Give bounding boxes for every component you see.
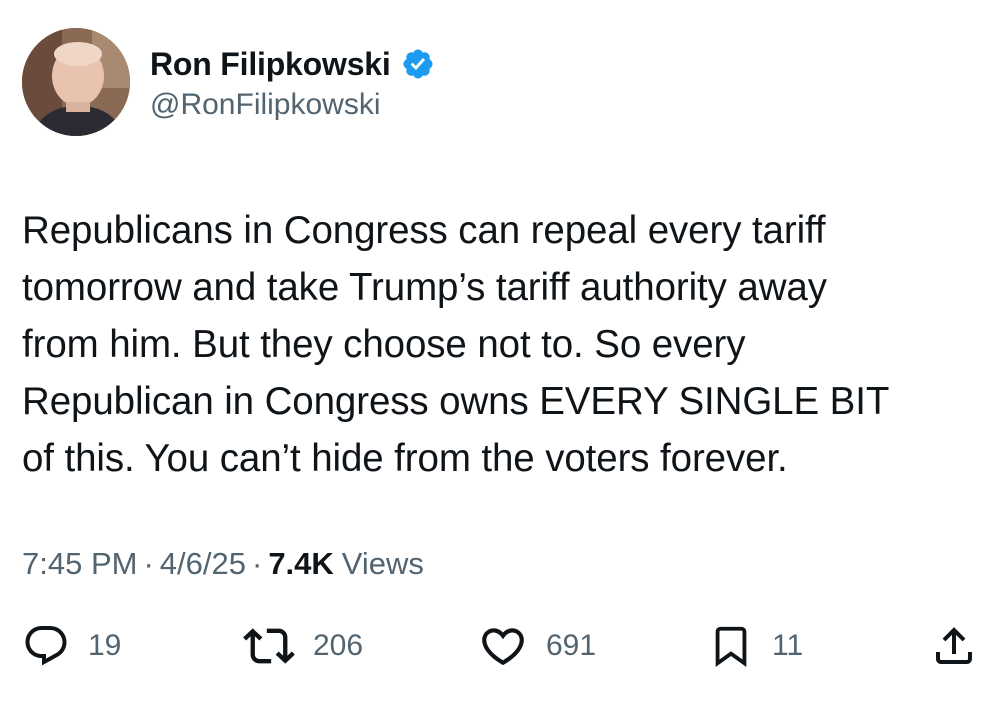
heart-icon <box>482 628 524 666</box>
author-avatar[interactable] <box>22 28 130 136</box>
bookmark-button[interactable]: 11 <box>708 620 803 672</box>
retweet-icon <box>243 628 295 664</box>
tweet-date[interactable]: 4/6/25 <box>160 546 246 582</box>
author-handle[interactable]: @RonFilipkowski <box>150 88 381 122</box>
share-icon <box>936 627 972 664</box>
tweet-meta: 7:45 PM · 4/6/25 · 7.4K Views <box>22 546 424 582</box>
meta-separator: · <box>251 546 263 581</box>
verified-badge-icon[interactable] <box>401 47 435 81</box>
views-label: Views <box>341 546 424 581</box>
bookmark-icon <box>715 626 747 667</box>
author-name-row: Ron Filipkowski <box>150 44 435 84</box>
reply-count: 19 <box>88 629 122 662</box>
like-button[interactable]: 691 <box>478 620 596 672</box>
author-display-name[interactable]: Ron Filipkowski <box>150 46 391 83</box>
reply-button[interactable]: 19 <box>22 620 121 672</box>
share-button[interactable] <box>930 620 978 672</box>
like-count: 691 <box>546 629 597 662</box>
views-count: 7.4K <box>268 546 334 581</box>
bookmark-count: 11 <box>772 629 804 662</box>
tweet-text: Republicans in Congress can repeal every… <box>22 209 890 480</box>
meta-separator: · <box>143 546 154 581</box>
tweet-card: Ron Filipkowski @RonFilipkowski Republic… <box>0 0 1000 718</box>
reply-icon <box>25 626 67 666</box>
retweet-count: 206 <box>313 629 364 662</box>
tweet-time[interactable]: 7:45 PM <box>22 546 137 582</box>
profile-photo-icon <box>22 28 130 136</box>
retweet-button[interactable]: 206 <box>243 620 363 672</box>
